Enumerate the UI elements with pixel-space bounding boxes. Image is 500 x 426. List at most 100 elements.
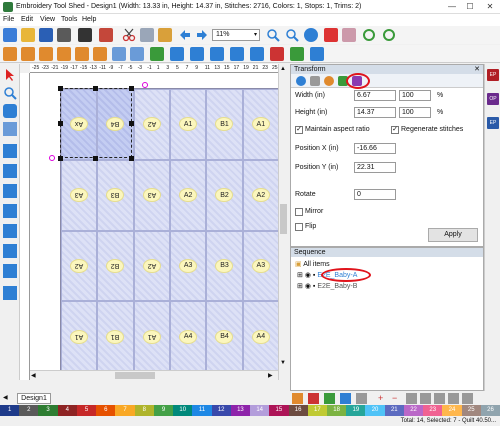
color-swatch[interactable]: 11 [192, 405, 212, 416]
rotate-icon[interactable] [170, 47, 184, 61]
scroll-left-icon[interactable]: ◀ [31, 372, 36, 379]
align-middle-icon[interactable] [75, 47, 89, 61]
selection-box[interactable] [60, 88, 132, 158]
copy-icon[interactable] [140, 28, 154, 42]
grid-icon[interactable] [356, 393, 367, 404]
color-swatch[interactable]: 17 [307, 405, 327, 416]
quilt-block[interactable]: A3 [169, 230, 207, 302]
maintain-aspect-checkbox[interactable]: ✓ [295, 126, 303, 134]
color-swatch[interactable]: 19 [346, 405, 366, 416]
cut-icon[interactable] [122, 28, 136, 42]
resize-handle[interactable] [58, 86, 63, 91]
align-left-icon[interactable] [3, 47, 17, 61]
group-icon[interactable] [130, 47, 144, 61]
color-swatch[interactable]: 22 [403, 405, 424, 416]
regenerate-checkbox[interactable]: ✓ [391, 126, 399, 134]
stitch-player-icon[interactable] [99, 28, 113, 42]
shape-icon[interactable] [3, 144, 17, 158]
quilt-block[interactable]: B3 [206, 230, 243, 302]
color-swatch[interactable]: 6 [96, 405, 116, 416]
quilt-block[interactable]: B4 [206, 301, 243, 372]
remove-icon[interactable]: − [392, 393, 403, 404]
menu-edit[interactable]: Edit [21, 16, 33, 23]
plugin-button[interactable]: EP [487, 69, 499, 81]
resize-handle[interactable] [93, 156, 98, 161]
resize-handle[interactable] [129, 156, 134, 161]
color-swatch[interactable]: 21 [384, 405, 404, 416]
quilt-block[interactable]: A3 [133, 159, 170, 231]
color-swatch[interactable]: 14 [250, 405, 270, 416]
color-swatch[interactable]: 12 [211, 405, 231, 416]
pan-hand-icon[interactable] [3, 104, 17, 118]
width-input[interactable]: 6.67 [354, 90, 396, 101]
resize-handle[interactable] [58, 121, 63, 126]
zoom-select[interactable]: 11% ▾ [212, 29, 260, 41]
quilt-block[interactable]: A2 [169, 159, 207, 231]
quilt-block[interactable]: B2 [206, 159, 243, 231]
print-icon[interactable] [57, 28, 71, 42]
resize-icon[interactable] [290, 47, 304, 61]
quilt-block[interactable]: A2 [242, 159, 279, 231]
color-swatch[interactable]: 15 [269, 405, 289, 416]
rotate-handle[interactable] [49, 155, 55, 161]
undo-icon[interactable] [178, 28, 192, 42]
mirror-icon[interactable] [190, 47, 204, 61]
info-icon[interactable] [304, 28, 318, 42]
quilt-block[interactable]: A1 [133, 301, 170, 372]
thread-chart-icon[interactable] [292, 393, 303, 404]
apply-button[interactable]: Apply [428, 228, 478, 242]
color-swatch[interactable]: 26 [480, 405, 500, 416]
triangle-icon[interactable] [3, 204, 17, 218]
color-swatch[interactable]: 18 [326, 405, 347, 416]
thread-icon[interactable] [78, 28, 92, 42]
color-swatch[interactable]: 13 [230, 405, 251, 416]
hoop-icon[interactable] [3, 264, 17, 278]
quilt-block[interactable]: B2 [97, 230, 134, 302]
expand-icon[interactable]: ⊞ [297, 283, 305, 290]
zoom-in-icon[interactable] [266, 28, 280, 42]
select-arrow-icon[interactable] [3, 68, 17, 82]
plugin-button[interactable]: EP [487, 117, 499, 129]
crop-icon[interactable] [3, 224, 17, 238]
flip-icon[interactable] [210, 47, 224, 61]
color-swatch[interactable]: 2 [19, 405, 39, 416]
eye-icon[interactable]: ◉ [305, 272, 313, 279]
quilt-block[interactable]: A1 [242, 89, 279, 160]
quilt-block[interactable]: A2 [133, 230, 170, 302]
quilt-block[interactable]: A4 [242, 301, 279, 372]
panel-close-icon[interactable]: ✕ [474, 65, 480, 74]
color-change-icon[interactable] [324, 28, 338, 42]
color-swatch[interactable]: 5 [76, 405, 97, 416]
menu-help[interactable]: Help [82, 16, 96, 23]
color-swatch[interactable]: 10 [173, 405, 193, 416]
quilt-block[interactable]: A1 [61, 301, 98, 372]
align-top-icon[interactable] [57, 47, 71, 61]
tab-scroll-left-icon[interactable]: ◀ [3, 394, 8, 401]
minimize-button[interactable]: — [446, 1, 458, 13]
menu-view[interactable]: View [40, 16, 55, 23]
scroll-thumb[interactable] [280, 204, 287, 234]
new-file-icon[interactable] [3, 28, 17, 42]
rotate-right-icon[interactable] [250, 47, 264, 61]
expand-icon[interactable]: ⊞ [297, 272, 305, 279]
measure-icon[interactable] [3, 122, 17, 136]
rotate-handle[interactable] [142, 82, 148, 88]
plugin-button[interactable]: OP [487, 93, 499, 105]
distribute-icon[interactable] [112, 47, 126, 61]
node-edit-icon[interactable] [3, 164, 17, 178]
color-swatch[interactable]: 4 [57, 405, 77, 416]
resize-handle[interactable] [129, 121, 134, 126]
move-icon[interactable] [310, 47, 324, 61]
align-right-icon[interactable] [39, 47, 53, 61]
color-swatch[interactable]: 9 [153, 405, 174, 416]
position-y-input[interactable]: 22.31 [354, 162, 396, 173]
all-items-row[interactable]: ▣ All items [295, 259, 330, 270]
redo-icon[interactable] [195, 28, 209, 42]
color-swatch[interactable]: 24 [442, 405, 462, 416]
color-swatch[interactable]: 3 [38, 405, 58, 416]
align-center-icon[interactable] [21, 47, 35, 61]
quilt-block[interactable]: B3 [97, 159, 134, 231]
align-bottom-icon[interactable] [93, 47, 107, 61]
horizontal-scrollbar[interactable]: ◀ ▶ [30, 370, 278, 380]
quilt-block[interactable]: A2 [61, 230, 98, 302]
